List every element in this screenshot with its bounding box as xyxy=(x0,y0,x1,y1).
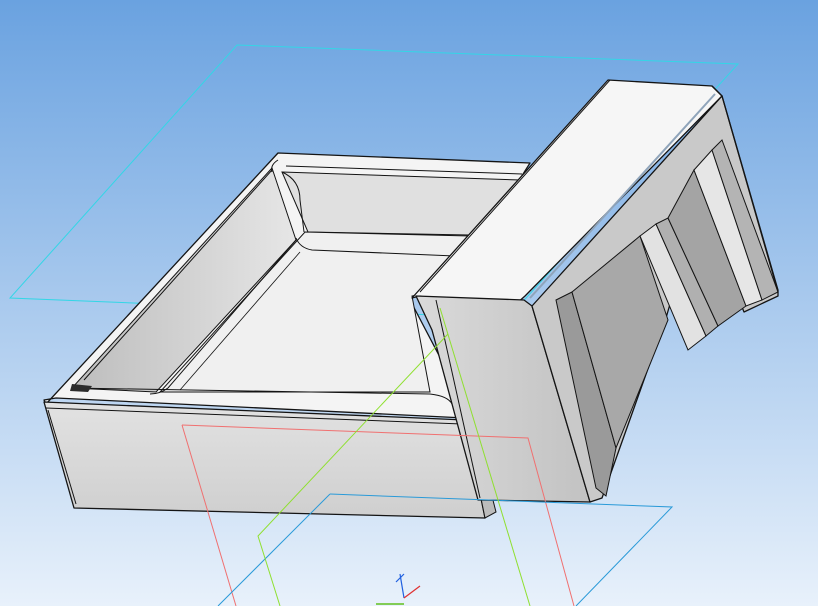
model-scene[interactable] xyxy=(0,0,818,606)
cad-3d-viewport[interactable] xyxy=(0,0,818,606)
tray-front-face xyxy=(43,401,486,519)
